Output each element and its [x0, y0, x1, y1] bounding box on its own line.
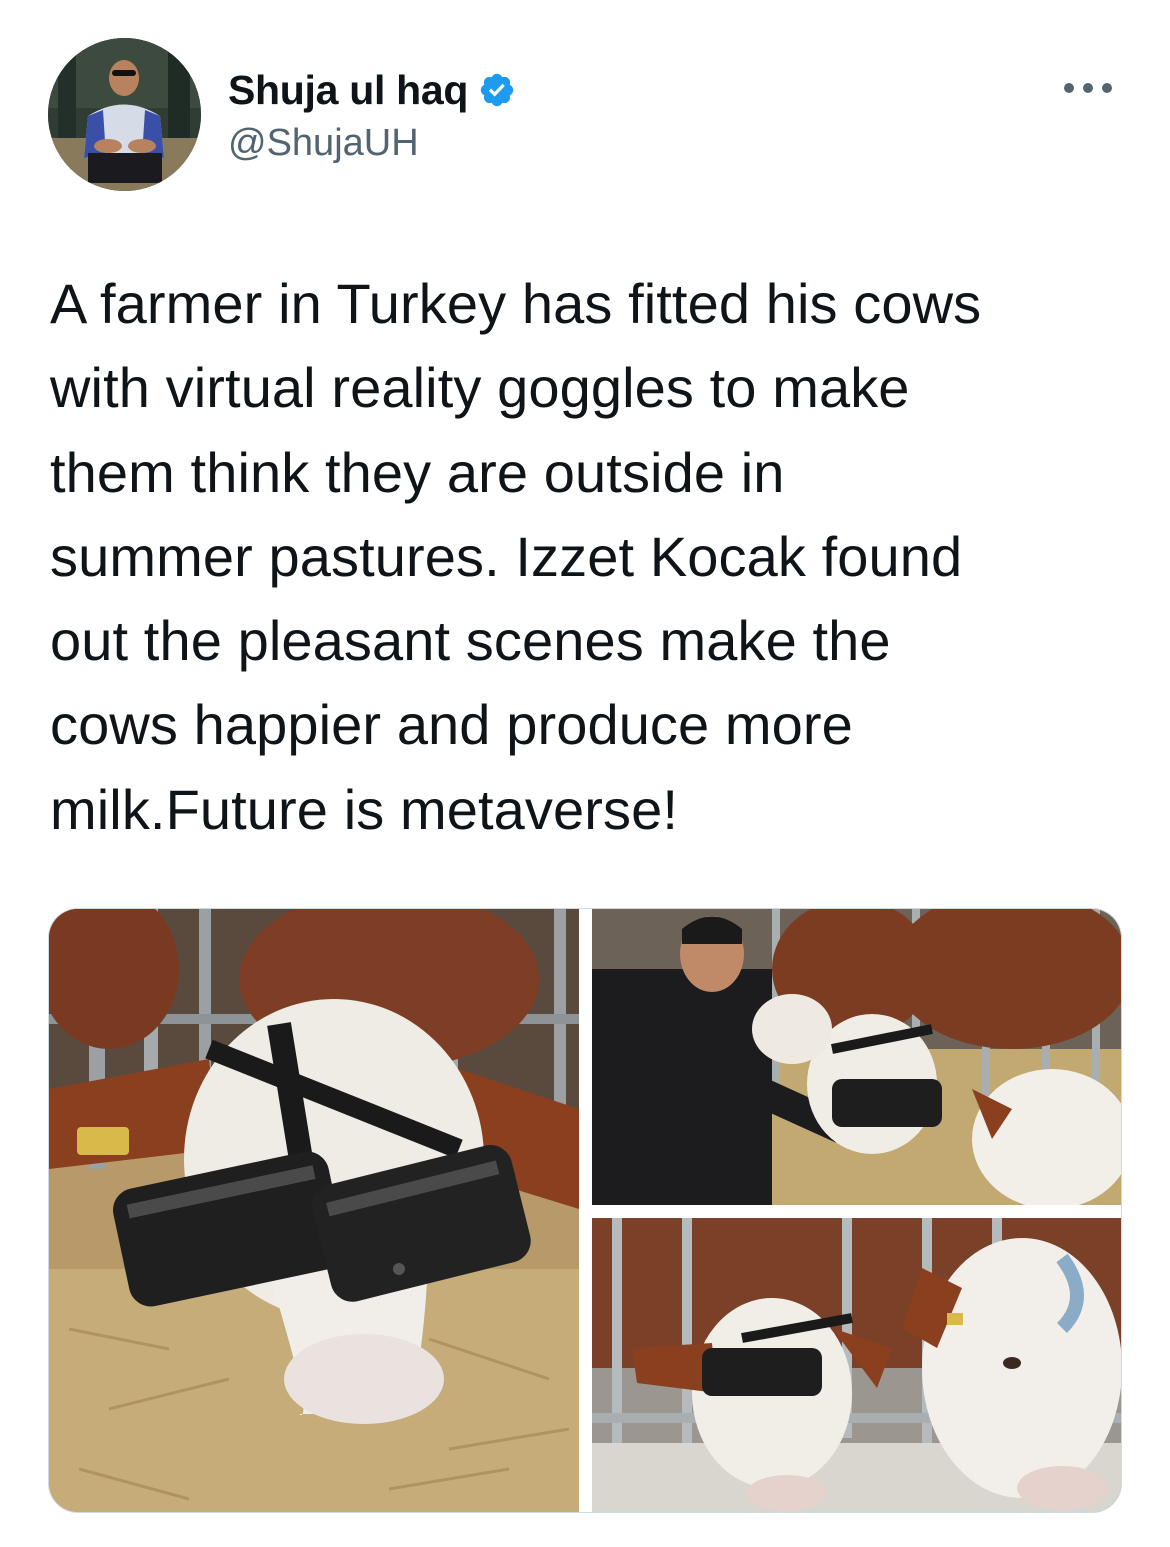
photo-farmer-fitting-goggles[interactable] [592, 909, 1121, 1205]
tweet-text: A farmer in Turkey has fitted his cows w… [50, 272, 982, 841]
author-handle[interactable]: @ShujaUH [228, 120, 419, 166]
photo-cow-vr-closeup[interactable] [49, 909, 579, 1512]
media-grid [48, 908, 1122, 1513]
profile-photo [48, 38, 201, 191]
more-options-button[interactable] [1058, 72, 1118, 104]
verified-badge-icon [480, 73, 514, 107]
avatar[interactable] [48, 38, 201, 191]
author-display-name[interactable]: Shuja ul haq [228, 66, 468, 114]
tweet: Shuja ul haq @ShujaUH A farmer in Turkey… [0, 0, 1170, 1547]
ellipsis-icon [1064, 83, 1112, 93]
author-name-row[interactable]: Shuja ul haq [228, 66, 516, 114]
photo-two-cows[interactable] [592, 1218, 1121, 1512]
